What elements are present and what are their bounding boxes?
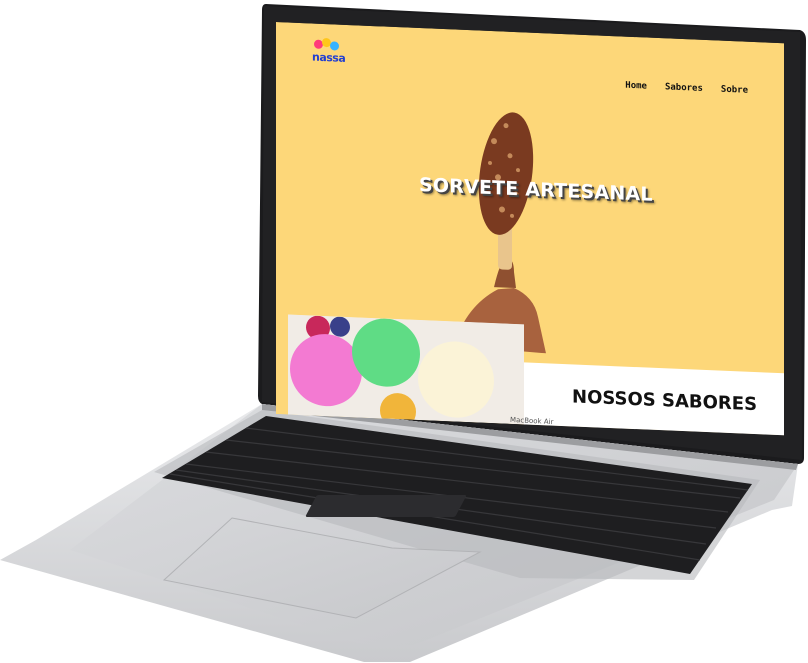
ice-cream-bar-image: [454, 112, 546, 354]
laptop-mockup: nassa Home Sabores Sobre SORVETE ARTESAN…: [0, 0, 808, 663]
nav-home[interactable]: Home: [625, 81, 647, 92]
website: nassa Home Sabores Sobre SORVETE ARTESAN…: [276, 22, 784, 436]
laptop-screen: nassa Home Sabores Sobre SORVETE ARTESAN…: [276, 22, 784, 436]
ice-cream-scoops-image: [288, 314, 524, 425]
main-nav: Home Sabores Sobre: [625, 81, 748, 96]
nav-sabores[interactable]: Sabores: [665, 82, 703, 94]
nav-sobre[interactable]: Sobre: [721, 85, 748, 96]
site-logo[interactable]: nassa: [310, 37, 346, 65]
logo-text: nassa: [312, 50, 346, 65]
